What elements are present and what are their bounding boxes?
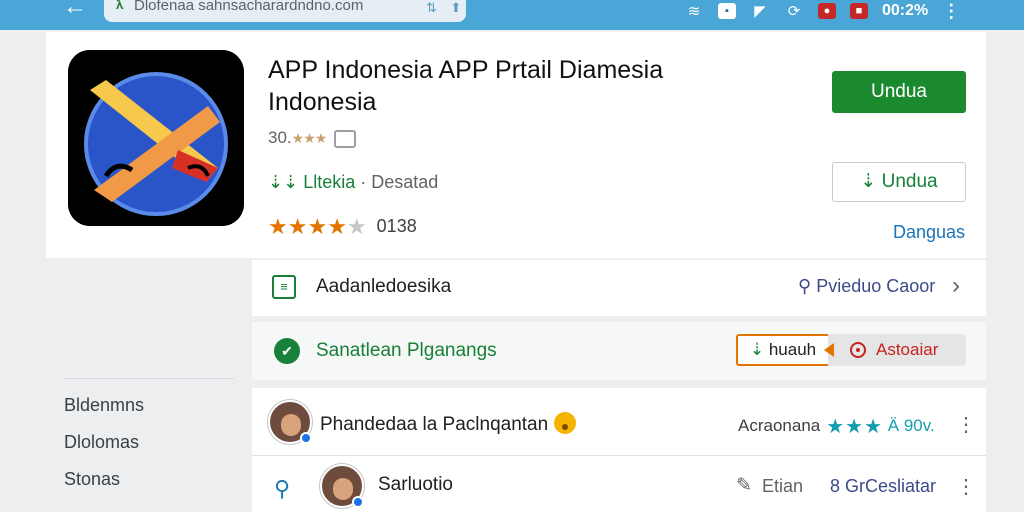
about-row[interactable]: ≡ Aadanledoesika ⚲ Pvieduo Caoor › (252, 260, 986, 316)
status-icons: ≋ ▪ ◤ ⟳ ● ■ 00:2% ⋮ (684, 0, 961, 22)
safety-row[interactable]: ✔ Sanatlean Plganangs ⇣ huauh Astoaiar (252, 322, 986, 380)
reviews-card: Phandedaa la Paclnqantan Acraonana ★★★ Ä … (252, 388, 986, 512)
about-label: Aadanledoesika (316, 276, 452, 297)
more-options-icon[interactable]: ⋮ (956, 474, 976, 499)
review-meta: Acraonana ★★★ Ä 90v. (738, 414, 935, 439)
star-icon: ★ (268, 214, 288, 239)
sidebar-item[interactable]: Bldenmns (64, 395, 234, 432)
site-lock-icon: 𝛌 (116, 0, 124, 12)
star-icon: ★ (287, 214, 308, 239)
developer-name[interactable]: Lltekia (303, 172, 355, 192)
record-icon: ● (818, 3, 836, 19)
download-icon: ⇣ (860, 171, 877, 192)
signal-icon: ◤ (754, 3, 766, 20)
review-row[interactable]: Phandedaa la Paclnqantan Acraonana ★★★ Ä … (252, 394, 986, 456)
star-icon: ★ (327, 214, 347, 239)
report-tag-label: Astoaiar (876, 340, 939, 359)
report-link[interactable]: 8 GrCesliatar (830, 476, 936, 497)
more-link[interactable]: Danguas (893, 222, 965, 243)
developer-badge-icon: ⇣⇣ (268, 172, 299, 192)
person-search-icon: ⚲ (798, 276, 812, 296)
meta-separator: · (360, 172, 367, 192)
sidebar: Bldenmns Dlolomas Stonas (64, 378, 234, 506)
share-icon[interactable]: ⬆ (451, 0, 462, 15)
about-link[interactable]: ⚲ Pvieduo Caoor (798, 276, 935, 297)
check-circle-icon: ✔ (274, 338, 300, 364)
browser-menu-icon[interactable]: ⋮ (942, 1, 960, 22)
edit-icon[interactable]: ✎ (736, 474, 752, 497)
star-rating: ★★★★★ 0138 (268, 214, 417, 240)
pointer-arrow-icon (824, 343, 834, 357)
star-empty-icon: ★ (346, 214, 367, 239)
review-tail: Ä 90v. (887, 416, 935, 435)
small-rating-stars: ★★★ (291, 130, 328, 146)
sync-icon: ⟳ (787, 3, 801, 20)
app-logo-graphic (68, 50, 244, 226)
verified-icon (352, 496, 364, 508)
secondary-install-label: Undua (881, 171, 938, 192)
age-rating-icon (334, 129, 357, 148)
app-title: APP Indonesia APP Prtail Diamesia Indone… (268, 56, 664, 116)
safety-label: Sanatlean Plganangs (316, 340, 497, 361)
reviewer-name: Phandedaa la Paclnqantan (320, 412, 577, 436)
review-meta-label: Acraonana (738, 416, 821, 435)
more-options-icon[interactable]: ⋮ (956, 412, 976, 437)
browser-top-bar: ← 𝛌 Dlofenaa sahnsacharardndno.com ⇅ ⬆ ≋… (0, 0, 1024, 30)
safety-tag[interactable]: ⇣ huauh (736, 334, 830, 366)
safety-tag-label: huauh (768, 340, 817, 359)
avatar (268, 400, 312, 444)
small-rating: 30.★★★ (268, 128, 357, 148)
avatar (320, 464, 364, 508)
secondary-install-button[interactable]: ⇣ Undua (832, 162, 966, 202)
reviewer-name: Sarluotio (378, 474, 453, 495)
review-row[interactable]: ⚲ Sarluotio ✎ Etian 8 GrCesliatar ⋮ (252, 458, 986, 512)
verified-icon (300, 432, 312, 444)
chevron-right-icon[interactable]: › (952, 272, 960, 300)
emoji-icon (554, 412, 577, 434)
app-meta: ⇣⇣ Lltekia · Desatad (268, 172, 438, 193)
star-icon: ★ (307, 214, 328, 239)
sidebar-item[interactable]: Dlolomas (64, 432, 234, 469)
address-bar[interactable]: 𝛌 Dlofenaa sahnsacharardndno.com (104, 0, 466, 22)
sim-icon: ▪ (718, 3, 736, 19)
small-rating-value: 30. (268, 128, 292, 147)
app-logo (68, 50, 244, 226)
back-arrow-icon[interactable]: ← (58, 0, 92, 22)
address-bar-tools: ⇅ ⬆ (426, 0, 471, 16)
review-stars: ★★★ (826, 416, 884, 438)
url-text[interactable]: Dlofenaa sahnsacharardndno.com (134, 0, 363, 14)
app-category: Desatad (371, 172, 439, 192)
sort-icon[interactable]: ⇅ (426, 0, 437, 15)
record-dot-icon (856, 348, 860, 352)
stop-icon: ■ (850, 3, 868, 19)
search-icon[interactable]: ⚲ (274, 476, 290, 502)
install-button[interactable]: Undua (832, 71, 966, 113)
rating-count: 0138 (376, 216, 417, 236)
sidebar-item[interactable]: Stonas (64, 469, 234, 506)
download-small-icon: ⇣ (749, 340, 765, 359)
wifi-icon: ≋ (687, 3, 701, 20)
battery-text: 00:2% (882, 2, 929, 19)
edit-label[interactable]: Etian (762, 476, 803, 497)
avatar-face (333, 478, 353, 500)
reviewer-name-text: Phandedaa la Paclnqantan (320, 414, 549, 435)
report-tag[interactable]: Astoaiar (824, 334, 966, 366)
avatar-face (281, 414, 301, 436)
document-icon: ≡ (272, 275, 296, 299)
about-link-label: Pvieduo Caoor (816, 276, 936, 296)
